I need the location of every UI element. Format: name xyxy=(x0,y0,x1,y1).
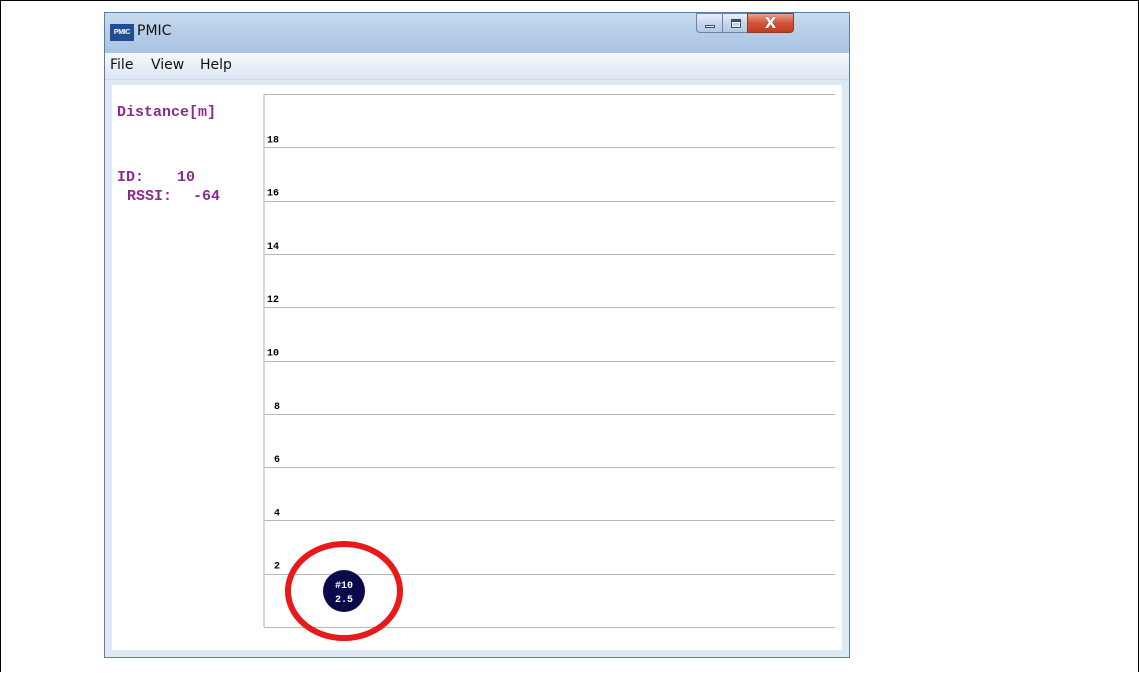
app-logo-icon: PMIC xyxy=(110,24,134,41)
y-tick-label: 10 xyxy=(267,349,279,360)
title-bar[interactable]: PMIC PMIC X xyxy=(105,13,849,53)
y-tick-label: 16 xyxy=(267,189,279,200)
y-tick-label: 14 xyxy=(267,242,279,253)
close-button[interactable]: X xyxy=(747,13,794,33)
maximize-icon xyxy=(731,19,741,28)
minimize-button[interactable] xyxy=(696,13,723,33)
node-id-label: #10 xyxy=(335,581,353,592)
app-window: PMIC PMIC X File View Help Distance[m] I… xyxy=(104,12,850,658)
maximize-button[interactable] xyxy=(722,13,748,33)
client-area: Distance[m] ID: 10 RSSI: -64 18 16 14 12 10 8… xyxy=(112,85,842,650)
y-tick-label: 4 xyxy=(274,508,280,519)
y-tick-label: 6 xyxy=(274,455,280,466)
y-tick-label: 2 xyxy=(274,562,280,573)
menu-file[interactable]: File xyxy=(110,57,133,73)
y-tick-label: 12 xyxy=(267,295,279,306)
minimize-icon xyxy=(705,25,715,28)
menu-bar: File View Help xyxy=(105,53,849,80)
distance-chart: 18 16 14 12 10 8 6 4 2 #10 2.5 xyxy=(263,94,835,642)
window-title: PMIC xyxy=(137,23,172,39)
node-distance-label: 2.5 xyxy=(335,595,353,606)
y-tick-label: 18 xyxy=(267,135,279,146)
menu-help[interactable]: Help xyxy=(200,57,232,73)
close-icon: X xyxy=(764,14,777,32)
y-tick-label: 8 xyxy=(274,402,280,413)
menu-view[interactable]: View xyxy=(151,57,184,73)
